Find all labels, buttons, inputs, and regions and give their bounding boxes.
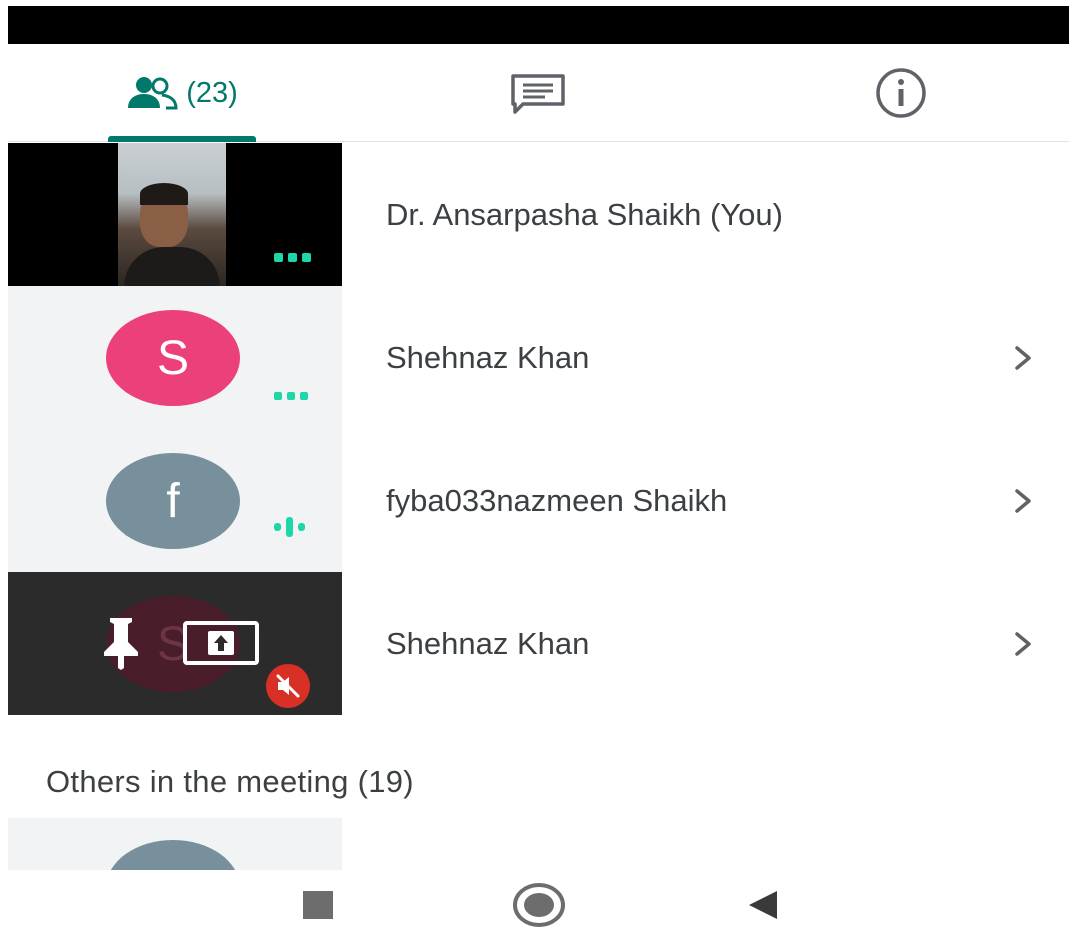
video-person-body	[124, 247, 220, 286]
tab-info[interactable]	[838, 44, 963, 142]
status-bar	[8, 6, 1069, 44]
participant-tile: S	[8, 286, 342, 429]
participant-name: Dr. Ansarpasha Shaikh (You)	[386, 196, 783, 232]
info-icon	[875, 68, 926, 118]
participant-video-tile[interactable]	[8, 143, 342, 286]
home-button[interactable]	[508, 870, 570, 940]
others-section-title: Others in the meeting (19)	[46, 764, 414, 799]
pin-icon[interactable]	[96, 614, 146, 670]
participant-row[interactable]: f fyba033nazmeen Shaikh	[8, 429, 1069, 572]
avatar: S	[106, 310, 240, 406]
participant-name: fyba033nazmeen Shaikh	[386, 482, 728, 518]
chevron-right-icon[interactable]	[1011, 487, 1035, 515]
participant-name: Shehnaz Khan	[386, 339, 590, 375]
participant-tile[interactable]	[8, 818, 342, 870]
participants-tabbar: (23)	[8, 44, 1069, 142]
participant-tile: f	[8, 429, 342, 572]
present-screen-icon[interactable]	[182, 620, 260, 666]
avatar	[106, 840, 240, 870]
recents-icon	[303, 891, 333, 919]
participant-row[interactable]: S Shehnaz Khan	[8, 286, 1069, 429]
chevron-right-icon[interactable]	[1011, 630, 1035, 658]
back-button[interactable]	[738, 870, 786, 940]
participant-count: (23)	[186, 76, 238, 109]
recents-button[interactable]	[294, 870, 342, 940]
active-tab-indicator	[108, 136, 256, 142]
participant-row: Dr. Ansarpasha Shaikh (You)	[8, 143, 1069, 286]
chat-icon	[511, 74, 565, 114]
audio-level-icon	[274, 253, 311, 262]
people-icon	[128, 77, 178, 110]
back-icon	[749, 891, 777, 919]
chevron-right-icon[interactable]	[1011, 344, 1035, 372]
home-icon	[513, 883, 565, 927]
mic-off-icon	[266, 664, 310, 708]
system-nav-bar	[8, 870, 1069, 940]
tab-people[interactable]: (23)	[108, 44, 256, 142]
participant-tile: S	[8, 572, 342, 715]
video-person-hair	[140, 183, 188, 205]
audio-level-icon	[274, 392, 308, 400]
speaking-indicator-icon	[274, 517, 305, 537]
avatar: f	[106, 453, 240, 549]
participant-row[interactable]: S Shehnaz Khan	[8, 572, 1069, 715]
participant-name: Shehnaz Khan	[386, 625, 590, 661]
self-video-feed	[118, 143, 226, 286]
tab-chat[interactable]	[468, 44, 608, 142]
